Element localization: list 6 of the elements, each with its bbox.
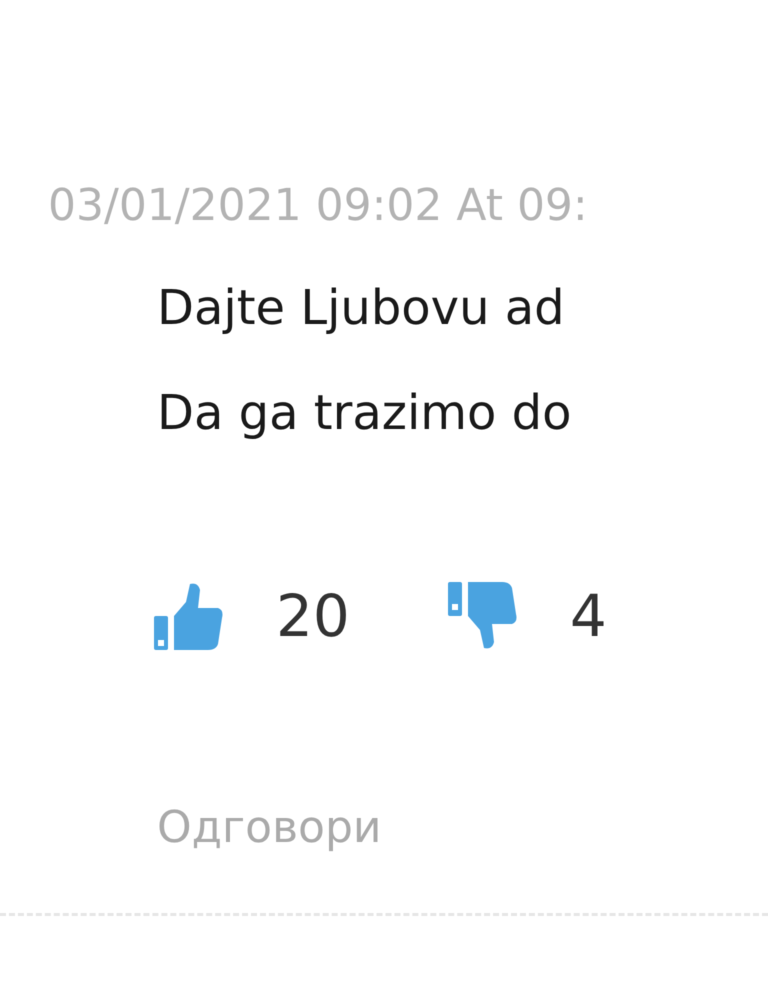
comment-text: Da ga trazimo do <box>157 384 572 443</box>
like-count: 20 <box>276 582 350 650</box>
reply-link[interactable]: Одговори <box>157 802 768 853</box>
dislike-count: 4 <box>570 582 607 650</box>
comment-text: Dajte Ljubovu ad <box>157 279 566 338</box>
comment-timestamp: 03/01/2021 09:02 At 09: <box>48 179 589 233</box>
